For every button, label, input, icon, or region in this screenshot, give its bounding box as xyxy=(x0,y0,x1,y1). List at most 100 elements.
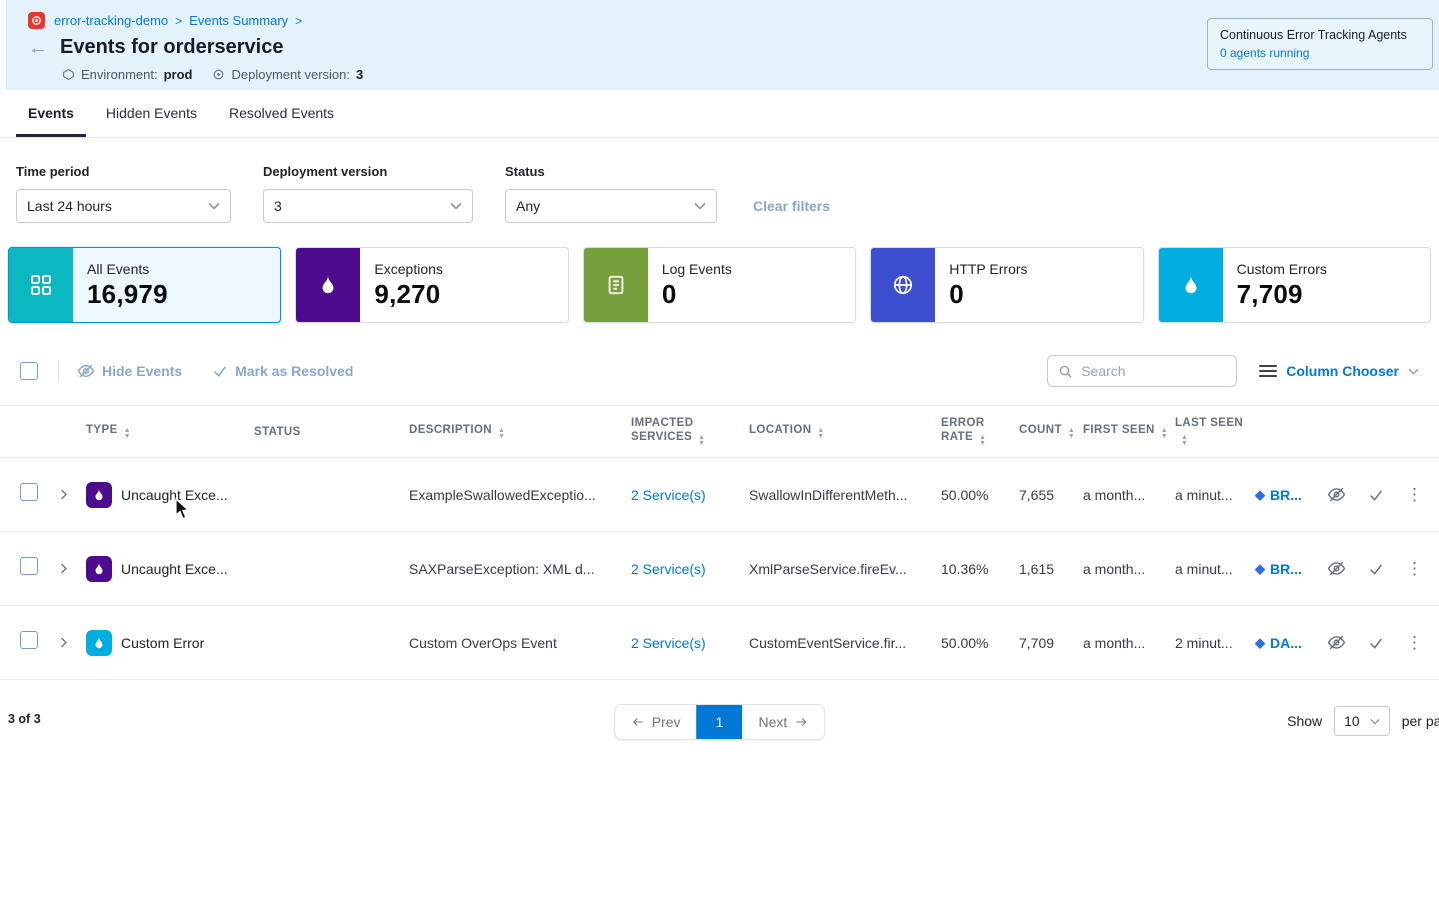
flame-icon xyxy=(1159,248,1223,322)
table-footer: 3 of 3 Prev 1 Next Show 10 per page xyxy=(0,702,1439,742)
stat-card-all-events[interactable]: All Events 16,979 xyxy=(8,247,281,323)
time-period-select[interactable]: Last 24 hours xyxy=(16,189,231,223)
sort-icon[interactable] xyxy=(498,428,505,440)
column-header-last-seen[interactable]: LAST SEEN xyxy=(1175,416,1255,447)
next-page-button[interactable]: Next xyxy=(743,705,825,739)
back-arrow-icon[interactable]: ← xyxy=(28,39,48,57)
stat-cards: All Events 16,979 Exceptions 9,270 Log E… xyxy=(8,247,1431,323)
error-rate: 50.00% xyxy=(941,487,1019,503)
sort-icon[interactable] xyxy=(124,428,131,440)
chevron-down-icon xyxy=(1370,718,1380,725)
resolve-check-icon[interactable] xyxy=(1368,487,1384,503)
jira-diamond-icon: ◆ xyxy=(1255,561,1265,577)
row-checkbox[interactable] xyxy=(20,483,38,501)
column-header-impacted-services[interactable]: IMPACTED SERVICES xyxy=(631,416,749,447)
deployment-version-select[interactable]: 3 xyxy=(263,189,473,223)
table-row[interactable]: Uncaught Exce... SAXParseException: XML … xyxy=(0,532,1439,606)
column-header-first-seen[interactable]: FIRST SEEN xyxy=(1083,423,1175,440)
hide-event-icon[interactable] xyxy=(1327,485,1346,504)
page-number-button[interactable]: 1 xyxy=(697,705,743,739)
sort-icon[interactable] xyxy=(1068,428,1075,440)
expand-chevron-icon[interactable] xyxy=(56,487,86,502)
column-header-description[interactable]: DESCRIPTION xyxy=(409,423,631,440)
stat-card-value: 0 xyxy=(949,279,1027,310)
agents-box-title: Continuous Error Tracking Agents xyxy=(1220,28,1420,42)
select-all-checkbox[interactable] xyxy=(20,362,38,380)
tab-bar: Events Hidden Events Resolved Events xyxy=(0,90,1439,138)
environment-icon xyxy=(62,68,75,81)
show-label: Show xyxy=(1287,713,1322,729)
row-checkbox[interactable] xyxy=(20,631,38,649)
last-seen: a minut... xyxy=(1175,487,1255,503)
impacted-services-link[interactable]: 2 Service(s) xyxy=(631,561,706,577)
breadcrumb-separator: > xyxy=(295,14,302,28)
kebab-menu-icon[interactable]: ⋮ xyxy=(1406,486,1423,503)
resolve-check-icon[interactable] xyxy=(1368,635,1384,651)
ticket-link[interactable]: ◆BR... xyxy=(1255,487,1325,503)
column-header-count[interactable]: COUNT xyxy=(1019,423,1083,440)
stat-card-value: 0 xyxy=(662,279,732,310)
event-type: Uncaught Exce... xyxy=(121,561,228,577)
expand-chevron-icon[interactable] xyxy=(56,561,86,576)
deployment-icon xyxy=(212,68,225,81)
status-filter-select[interactable]: Any xyxy=(505,189,717,223)
table-row[interactable]: Uncaught Exce... ExampleSwallowedExcepti… xyxy=(0,458,1439,532)
breadcrumb-app-link[interactable]: error-tracking-demo xyxy=(54,13,168,28)
stat-card-exceptions[interactable]: Exceptions 9,270 xyxy=(295,247,568,323)
agents-running-link[interactable]: 0 agents running xyxy=(1220,46,1420,60)
chevron-down-icon xyxy=(1408,368,1419,375)
page-title: Events for orderservice xyxy=(60,36,283,59)
document-icon xyxy=(584,248,648,322)
sort-icon[interactable] xyxy=(817,428,824,440)
last-seen: a minut... xyxy=(1175,561,1255,577)
stat-card-label: Custom Errors xyxy=(1237,261,1327,277)
hide-event-icon[interactable] xyxy=(1327,559,1346,578)
tab-hidden-events[interactable]: Hidden Events xyxy=(94,90,209,137)
left-edge-strip xyxy=(0,0,7,90)
table-header-row: TYPE STATUS DESCRIPTION IMPACTED SERVICE… xyxy=(0,406,1439,458)
column-header-location[interactable]: LOCATION xyxy=(749,423,941,440)
sort-icon[interactable] xyxy=(979,435,986,447)
expand-chevron-icon[interactable] xyxy=(56,635,86,650)
breadcrumb-page-link[interactable]: Events Summary xyxy=(189,13,288,28)
impacted-services-link[interactable]: 2 Service(s) xyxy=(631,487,706,503)
stat-card-log-events[interactable]: Log Events 0 xyxy=(583,247,856,323)
sort-icon[interactable] xyxy=(698,435,705,447)
kebab-menu-icon[interactable]: ⋮ xyxy=(1406,634,1423,651)
tab-resolved-events[interactable]: Resolved Events xyxy=(217,90,346,137)
toolbar-divider xyxy=(58,360,59,382)
mark-resolved-button[interactable]: Mark as Resolved xyxy=(212,363,353,379)
stat-card-label: Log Events xyxy=(662,261,732,277)
column-header-type[interactable]: TYPE xyxy=(86,423,254,440)
first-seen: a month... xyxy=(1083,487,1175,503)
tab-events[interactable]: Events xyxy=(16,90,86,137)
hide-event-icon[interactable] xyxy=(1327,633,1346,652)
stat-card-custom-errors[interactable]: Custom Errors 7,709 xyxy=(1158,247,1431,323)
prev-page-button[interactable]: Prev xyxy=(615,705,697,739)
event-location: XmlParseService.fireEv... xyxy=(749,561,941,577)
column-chooser-button[interactable]: Column Chooser xyxy=(1259,363,1419,379)
chevron-down-icon xyxy=(694,202,706,210)
resolve-check-icon[interactable] xyxy=(1368,561,1384,577)
kebab-menu-icon[interactable]: ⋮ xyxy=(1406,560,1423,577)
error-rate: 10.36% xyxy=(941,561,1019,577)
stat-card-value: 7,709 xyxy=(1237,279,1327,310)
column-header-error-rate[interactable]: ERROR RATE xyxy=(941,416,1019,447)
sort-icon[interactable] xyxy=(1181,435,1188,447)
sort-icon[interactable] xyxy=(1161,428,1168,440)
column-header-status: STATUS xyxy=(254,425,409,439)
impacted-services-link[interactable]: 2 Service(s) xyxy=(631,635,706,651)
check-icon xyxy=(212,363,228,379)
hide-events-button[interactable]: Hide Events xyxy=(77,362,182,380)
page-size-select[interactable]: 10 xyxy=(1334,706,1390,736)
row-checkbox[interactable] xyxy=(20,557,38,575)
stat-card-http-errors[interactable]: HTTP Errors 0 xyxy=(870,247,1143,323)
ticket-link[interactable]: ◆DA... xyxy=(1255,635,1325,651)
deployment-value: 3 xyxy=(356,67,363,82)
last-seen: 2 minut... xyxy=(1175,635,1255,651)
clear-filters-button[interactable]: Clear filters xyxy=(753,198,830,223)
first-seen: a month... xyxy=(1083,561,1175,577)
ticket-link[interactable]: ◆BR... xyxy=(1255,561,1325,577)
search-input[interactable] xyxy=(1081,363,1226,379)
table-row[interactable]: Custom Error Custom OverOps Event 2 Serv… xyxy=(0,606,1439,680)
